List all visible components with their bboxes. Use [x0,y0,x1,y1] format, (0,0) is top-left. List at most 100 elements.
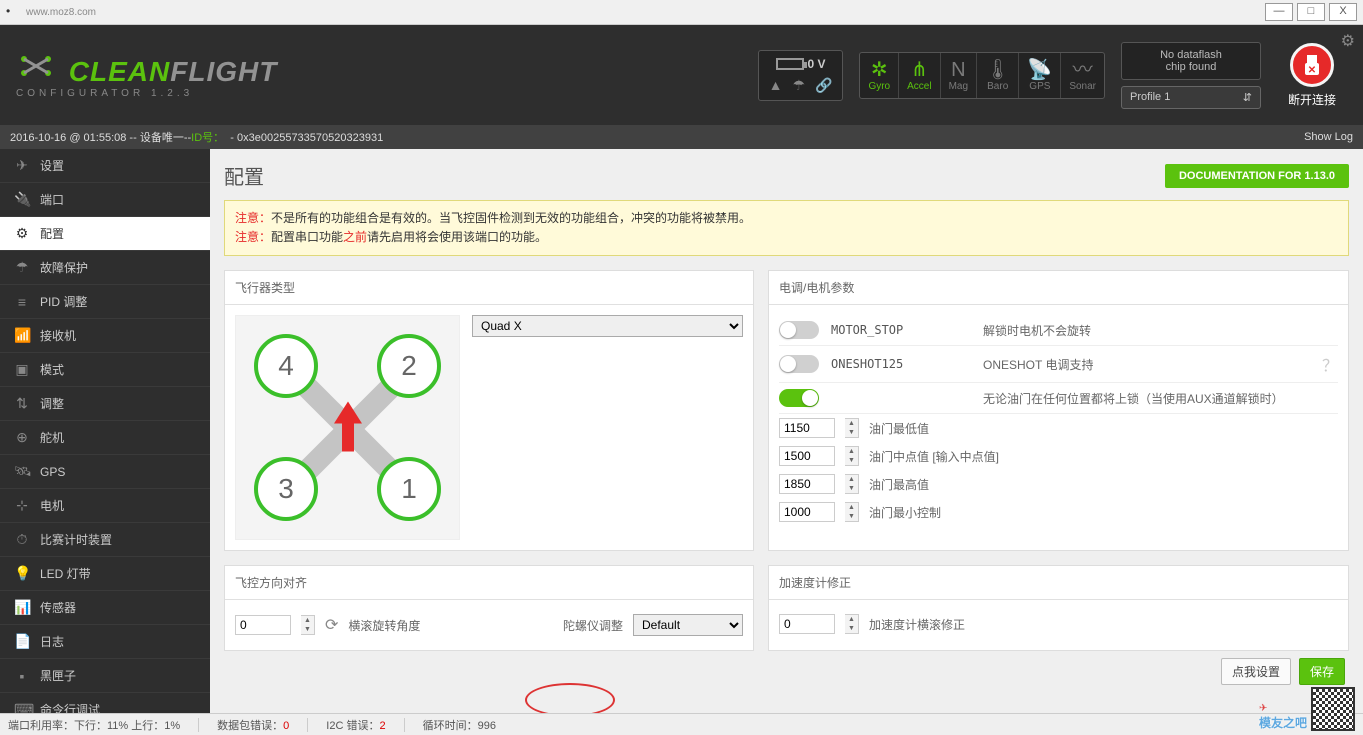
board-alignment-panel: 飞控方向对齐 ▲▼ ⟳ 横滚旋转角度 陀螺仪调整 Default [224,565,754,651]
sidebar-icon: ⌨ [14,701,30,713]
sidebar-item-12[interactable]: 💡LED 灯带 [0,557,210,591]
spinner-buttons[interactable]: ▲▼ [845,446,859,466]
sidebar-label: 调整 [40,395,64,412]
feature-toggle[interactable] [779,321,819,339]
feature-desc: ONESHOT 电调支持 [983,356,1310,373]
esc-feature-row: 无论油门在任何位置都将上锁（当使用AUX通道解锁时） [779,383,1338,414]
disconnect-button[interactable]: ✕ 断开连接 [1277,43,1347,108]
settings-gear-icon[interactable]: ⚙ [1341,31,1355,51]
feature-name: ONESHOT125 [831,357,971,371]
sensor-gps: 📡GPS [1018,53,1060,98]
esc-feature-row: ONESHOT125 ONESHOT 电调支持 ？ [779,346,1338,383]
annotation-circle [525,683,615,713]
sidebar-item-5[interactable]: 📶 接收机 [0,319,210,353]
sidebar-item-6[interactable]: ▣模式 [0,353,210,387]
port-utilization: 端口利用率：下行：11% 上行：1% [8,717,180,733]
roll-degrees-input[interactable] [235,615,291,635]
sidebar-item-11[interactable]: ⏱比赛计时装置 [0,523,210,557]
sidebar-item-1[interactable]: 🔌端口 [0,183,210,217]
sidebar-icon: 📶 [14,327,30,344]
sidebar-item-16[interactable]: ⌨命令行调试 [0,693,210,713]
sidebar-item-15[interactable]: ▪黑匣子 [0,659,210,693]
link-icon: 🔗 [815,77,832,94]
spinner-buttons[interactable]: ▲▼ [845,474,859,494]
sidebar-label: 电机 [40,497,64,514]
dataflash-panel: No dataflashchip found [1121,42,1261,80]
sidebar-icon: ⏱ [14,531,30,548]
show-log-toggle[interactable]: Show Log [1304,131,1353,143]
profile-select[interactable]: Profile 1⇵ [1121,86,1261,109]
sidebar-item-3[interactable]: ☂故障保护 [0,251,210,285]
gps-icon: 📡 [1027,59,1052,81]
aircraft-type-panel: 飞行器类型 4 2 3 1 [224,270,754,551]
page-title: 配置 [224,161,264,190]
sensor-baro: 🌡Baro [976,53,1018,98]
help-icon[interactable]: ？ [1322,352,1338,376]
window-min-button[interactable]: — [1265,3,1293,21]
sidebar-label: LED 灯带 [40,565,91,582]
sidebar-label: 模式 [40,361,64,378]
settings-button[interactable]: 点我设置 [1221,658,1291,685]
sidebar-label: 接收机 [40,327,76,344]
spinner-buttons[interactable]: ▲▼ [845,502,859,522]
usb-disconnect-icon: ✕ [1290,43,1334,87]
throttle-input[interactable] [779,446,835,466]
sidebar-label: 舵机 [40,429,64,446]
sidebar-icon: 📄 [14,633,30,650]
status-bar: 端口利用率：下行：11% 上行：1% 数据包错误：0 I2C 错误：2 循环时间… [0,713,1363,735]
throttle-input[interactable] [779,418,835,438]
refresh-icon: ⟳ [325,615,338,635]
spinner-buttons[interactable]: ▲▼ [845,418,859,438]
sidebar-item-2[interactable]: ⚙配置 [0,217,210,251]
window-max-button[interactable]: □ [1297,3,1325,21]
warning-notice: 注意：不是所有的功能组合是有效的。当飞控固件检测到无效的功能组合，冲突的功能将被… [224,200,1349,256]
sidebar-label: 设置 [40,157,64,174]
throttle-row: ▲▼油门最高值 [779,470,1338,498]
throttle-row: ▲▼ 油门最小控制 [779,498,1338,526]
feature-desc: 解锁时电机不会旋转 [983,322,1338,339]
rotor-2-icon: 2 [377,334,441,398]
throttle-label: 油门最小控制 [869,504,941,521]
gyro-icon: ✲ [868,59,890,81]
feature-toggle[interactable] [779,389,819,407]
sidebar-icon: ▪ [14,668,30,684]
gyro-align-select[interactable]: Default [633,614,743,636]
throttle-input[interactable] [779,502,835,522]
throttle-label: 油门中点值 [输入中点值] [869,448,999,465]
documentation-button[interactable]: DOCUMENTATION FOR 1.13.0 [1165,164,1349,188]
spinner-buttons[interactable]: ▲▼ [845,614,859,634]
accel-icon: ⋔ [907,59,931,81]
warning-icon: ▲ [769,77,783,94]
log-bar: 2016-10-16 @ 01:55:08 -- 设备唯一--ID号： - 0x… [0,125,1363,149]
esc-feature-row: MOTOR_STOP解锁时电机不会旋转 [779,315,1338,346]
sidebar-item-0[interactable]: ✈设置 [0,149,210,183]
main-content: 配置 DOCUMENTATION FOR 1.13.0 注意：不是所有的功能组合… [210,149,1363,713]
esc-motor-panel: 电调/电机参数 MOTOR_STOP解锁时电机不会旋转ONESHOT125ONE… [768,270,1349,551]
sidebar-icon: ≡ [14,294,30,310]
sensor-status-panel: ✲Gyro⋔AccelNMag🌡Baro📡GPS〰Sonar [859,52,1105,99]
save-button[interactable]: 保存 [1299,658,1345,685]
address-url: www.moz8.com [26,7,96,18]
log-timestamp: 2016-10-16 @ 01:55:08 [10,132,126,144]
battery-icon [776,58,804,70]
sidebar-item-9[interactable]: 🛰GPS [0,455,210,489]
sidebar-item-4[interactable]: ≡PID 调整 [0,285,210,319]
sidebar-item-10[interactable]: ⊹电机 [0,489,210,523]
window-close-button[interactable]: X [1329,3,1357,21]
sidebar-item-13[interactable]: 📊传感器 [0,591,210,625]
feature-toggle[interactable] [779,355,819,373]
mag-icon: N [949,59,968,81]
accel-roll-input[interactable] [779,614,835,634]
sidebar-item-8[interactable]: ⊕舵机 [0,421,210,455]
sidebar: ✈设置🔌端口⚙配置☂故障保护≡PID 调整 📶 接收机 ▣模式⇅调整⊕舵机🛰GPS⊹电… [0,149,210,713]
dropdown-arrows-icon: ⇵ [1243,91,1252,104]
spinner-buttons[interactable]: ▲▼ [301,615,315,635]
sidebar-label: 配置 [40,225,64,242]
mixer-select[interactable]: Quad X [472,315,743,337]
throttle-input[interactable] [779,474,835,494]
sidebar-item-7[interactable]: ⇅调整 [0,387,210,421]
sidebar-item-14[interactable]: 📄日志 [0,625,210,659]
sidebar-icon: 🔌 [14,191,30,208]
throttle-row: ▲▼油门最低值 [779,414,1338,442]
browser-bullet-icon: • [6,4,22,20]
